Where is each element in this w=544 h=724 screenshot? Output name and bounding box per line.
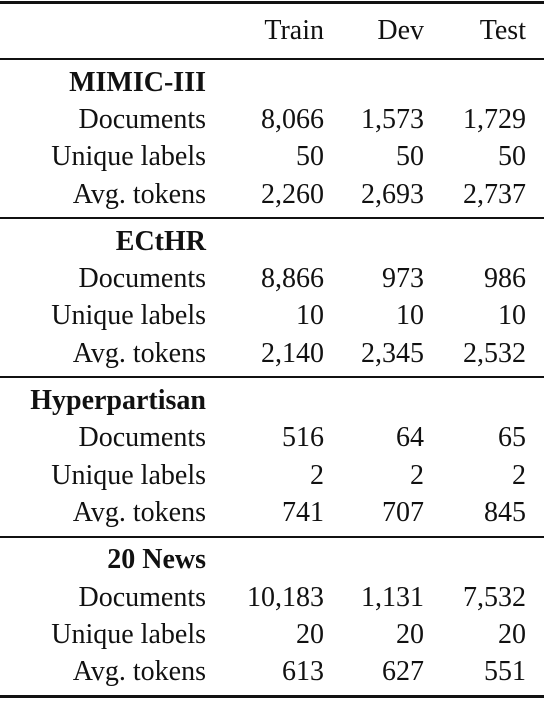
row-label: Documents	[78, 422, 206, 454]
row-label: Documents	[78, 581, 206, 613]
table-row: Unique labels 20 20 20	[0, 616, 544, 653]
cell-dev: 20	[396, 618, 424, 650]
group-title-row: MIMIC-III	[0, 64, 544, 101]
cell-dev: 64	[396, 422, 424, 454]
group-section: ECtHR Documents 8,866 973 986 Unique labels 10…	[0, 219, 544, 376]
table-row: Documents 516 64 65	[0, 420, 544, 457]
row-label: Avg. tokens	[72, 178, 206, 210]
cell-dev: 627	[382, 656, 424, 688]
bottom-rule	[0, 694, 544, 698]
cell-dev: 707	[382, 496, 424, 528]
cell-train: 741	[282, 496, 324, 528]
cell-train: 20	[296, 618, 324, 650]
table-row: Avg. tokens 741 707 845	[0, 494, 544, 531]
row-label: Unique labels	[51, 141, 206, 173]
table-row: Documents 8,066 1,573 1,729	[0, 101, 544, 138]
group-section: Hyperpartisan Documents 516 64 65 Unique labe…	[0, 378, 544, 535]
row-label: Unique labels	[51, 300, 206, 332]
cell-test: 65	[498, 422, 526, 454]
group-title: ECtHR	[115, 225, 206, 257]
cell-train: 8,866	[261, 263, 324, 295]
cell-test: 1,729	[463, 103, 526, 135]
row-label: Documents	[78, 263, 206, 295]
row-label: Avg. tokens	[72, 656, 206, 688]
cell-dev: 10	[396, 300, 424, 332]
table-row: Unique labels 10 10 10	[0, 298, 544, 335]
header-row: Train Dev Test	[0, 4, 544, 58]
cell-train: 50	[296, 141, 324, 173]
cell-train: 613	[282, 656, 324, 688]
cell-test: 551	[484, 656, 526, 688]
group-title-row: 20 News	[0, 542, 544, 579]
cell-dev: 2,345	[361, 337, 424, 369]
cell-test: 20	[498, 618, 526, 650]
cell-dev: 2,693	[361, 178, 424, 210]
group-title: MIMIC-III	[69, 66, 206, 98]
cell-train: 10	[296, 300, 324, 332]
header-train: Train	[264, 15, 324, 46]
cell-train: 8,066	[261, 103, 324, 135]
table-body: MIMIC-III Documents 8,066 1,573 1,729 Unique …	[0, 60, 544, 695]
cell-train: 2,140	[261, 337, 324, 369]
cell-test: 986	[484, 263, 526, 295]
cell-test: 2	[512, 459, 526, 491]
cell-test: 2,532	[463, 337, 526, 369]
table-row: Documents 8,866 973 986	[0, 260, 544, 297]
table-row: Avg. tokens 2,260 2,693 2,737	[0, 176, 544, 213]
table-row: Avg. tokens 613 627 551	[0, 653, 544, 690]
table-row: Avg. tokens 2,140 2,345 2,532	[0, 335, 544, 372]
header-test: Test	[479, 15, 526, 46]
row-label: Documents	[78, 103, 206, 135]
group-title: 20 News	[107, 544, 206, 576]
group-section: 20 News Documents 10,183 1,131 7,532 Unique l…	[0, 538, 544, 695]
dataset-statistics-table: Train Dev Test MIMIC-III Documents 8,066 1,…	[0, 0, 544, 698]
cell-train: 516	[282, 422, 324, 454]
cell-test: 845	[484, 496, 526, 528]
cell-train: 10,183	[247, 581, 324, 613]
cell-test: 2,737	[463, 178, 526, 210]
table-row: Unique labels 50 50 50	[0, 139, 544, 176]
cell-dev: 1,573	[361, 103, 424, 135]
row-label: Unique labels	[51, 618, 206, 650]
cell-test: 7,532	[463, 581, 526, 613]
cell-test: 10	[498, 300, 526, 332]
header-dev: Dev	[377, 15, 424, 46]
row-label: Avg. tokens	[72, 496, 206, 528]
cell-dev: 973	[382, 263, 424, 295]
cell-dev: 50	[396, 141, 424, 173]
cell-dev: 1,131	[361, 581, 424, 613]
cell-dev: 2	[410, 459, 424, 491]
group-title: Hyperpartisan	[30, 385, 206, 417]
group-section: MIMIC-III Documents 8,066 1,573 1,729 Unique …	[0, 60, 544, 217]
row-label: Unique labels	[51, 459, 206, 491]
cell-train: 2	[310, 459, 324, 491]
table-row: Documents 10,183 1,131 7,532	[0, 579, 544, 616]
table-row: Unique labels 2 2 2	[0, 457, 544, 494]
row-label: Avg. tokens	[72, 337, 206, 369]
cell-test: 50	[498, 141, 526, 173]
cell-train: 2,260	[261, 178, 324, 210]
group-title-row: Hyperpartisan	[0, 382, 544, 419]
group-title-row: ECtHR	[0, 223, 544, 260]
